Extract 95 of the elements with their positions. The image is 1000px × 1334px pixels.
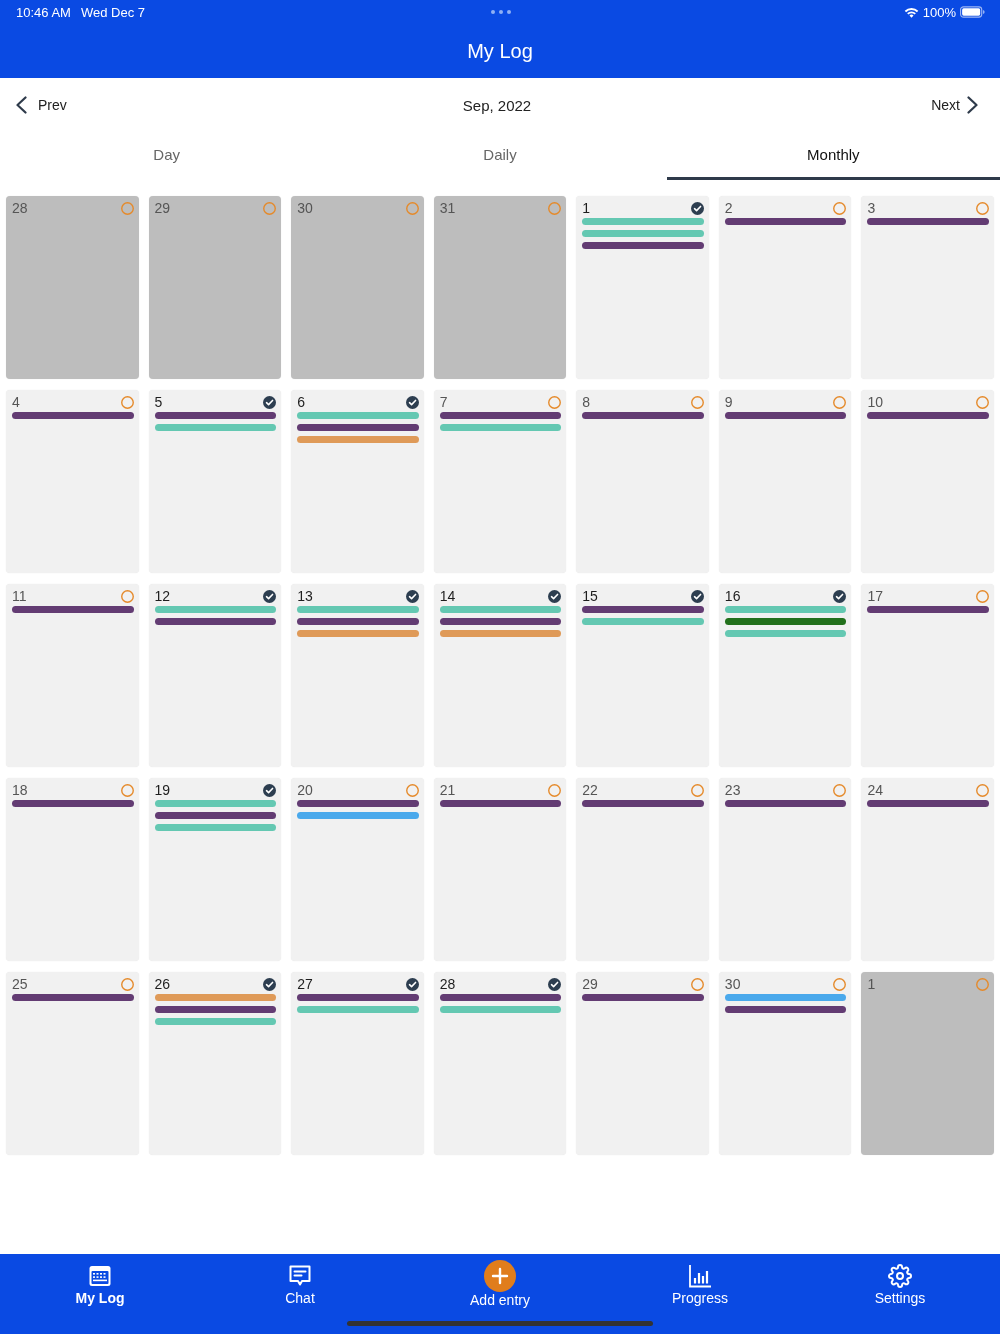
day-cell[interactable]: 24 xyxy=(861,778,994,961)
day-number: 1 xyxy=(867,977,876,991)
day-cell[interactable]: 31 xyxy=(433,196,567,379)
day-cell[interactable]: 2 xyxy=(718,196,852,379)
view-tab[interactable]: Monthly xyxy=(666,132,1000,180)
day-number: 29 xyxy=(154,201,171,215)
day-cell[interactable]: 30 xyxy=(291,196,424,379)
settings-icon xyxy=(888,1264,912,1288)
multitasking-dots-icon[interactable] xyxy=(490,10,511,14)
day-number: 29 xyxy=(582,977,598,991)
day-cell[interactable]: 18 xyxy=(6,778,139,961)
day-cell[interactable]: 9 xyxy=(718,390,852,573)
day-cell[interactable]: 10 xyxy=(861,390,994,573)
day-cell[interactable]: 14 xyxy=(433,584,567,767)
day-cell[interactable]: 30 xyxy=(718,972,852,1155)
day-cell[interactable]: 19 xyxy=(148,778,282,961)
day-cell[interactable]: 5 xyxy=(148,390,282,573)
day-cell[interactable]: 17 xyxy=(861,584,994,767)
day-number: 27 xyxy=(297,977,313,991)
month-label: Sep, 2022 xyxy=(462,96,532,114)
day-cell[interactable]: 6 xyxy=(291,390,424,573)
day-number: 6 xyxy=(297,395,305,409)
day-cell[interactable]: 23 xyxy=(718,778,852,961)
day-cell[interactable]: 12 xyxy=(148,584,282,767)
day-cell[interactable]: 11 xyxy=(6,584,139,767)
wifi-icon xyxy=(903,6,919,18)
day-number: 12 xyxy=(154,589,171,603)
day-cell[interactable]: 4 xyxy=(6,390,139,573)
day-cell[interactable]: 28 xyxy=(433,972,567,1155)
chevron-left-icon xyxy=(15,96,27,114)
day-cell[interactable]: 8 xyxy=(576,390,709,573)
day-number: 20 xyxy=(297,783,313,797)
day-cell[interactable]: 3 xyxy=(861,196,994,379)
battery-icon xyxy=(960,6,985,18)
day-number: 19 xyxy=(154,783,171,797)
day-number: 8 xyxy=(582,395,591,409)
day-number: 17 xyxy=(867,589,883,603)
calendar-icon xyxy=(88,1264,112,1288)
day-cell[interactable]: 22 xyxy=(576,778,709,961)
battery-percent: 100% xyxy=(922,4,956,20)
prev-button[interactable]: Prev xyxy=(15,96,67,114)
day-cell[interactable]: 25 xyxy=(6,972,139,1155)
day-number: 15 xyxy=(582,589,598,603)
day-number: 24 xyxy=(867,783,883,797)
chevron-right-icon xyxy=(967,96,979,114)
day-number: 10 xyxy=(867,395,883,409)
nav-tab[interactable]: Progress xyxy=(672,1254,728,1308)
day-number: 14 xyxy=(439,589,456,603)
day-number: 16 xyxy=(724,589,741,603)
day-number: 13 xyxy=(297,589,313,603)
day-number: 9 xyxy=(724,395,733,409)
day-number: 22 xyxy=(582,783,598,797)
day-number: 30 xyxy=(724,977,741,991)
day-number: 3 xyxy=(867,201,876,215)
view-tab[interactable]: Daily xyxy=(333,132,667,180)
day-number: 4 xyxy=(12,395,20,409)
nav-tab[interactable]: Settings xyxy=(874,1254,926,1308)
bar-chart-icon xyxy=(688,1264,712,1288)
day-cell[interactable]: 29 xyxy=(576,972,709,1155)
status-date: Wed Dec 7 xyxy=(80,4,145,20)
day-cell[interactable]: 13 xyxy=(291,584,424,767)
chat-icon xyxy=(288,1264,312,1288)
nav-tab[interactable]: Chat xyxy=(285,1254,315,1308)
day-number: 28 xyxy=(12,201,28,215)
day-number: 21 xyxy=(439,783,456,797)
day-number: 2 xyxy=(724,201,733,215)
day-cell[interactable]: 20 xyxy=(291,778,424,961)
status-time: 10:46 AM xyxy=(16,4,71,20)
day-cell[interactable]: 21 xyxy=(433,778,567,961)
day-number: 18 xyxy=(12,783,28,797)
day-cell[interactable]: 1 xyxy=(861,972,994,1155)
day-number: 5 xyxy=(154,395,163,409)
day-cell[interactable]: 29 xyxy=(148,196,282,379)
day-number: 28 xyxy=(439,977,456,991)
nav-tab[interactable]: My Log xyxy=(75,1254,125,1308)
day-cell[interactable]: 27 xyxy=(291,972,424,1155)
next-button[interactable]: Next xyxy=(931,96,979,114)
page-title: My Log xyxy=(467,38,533,64)
add-entry-button[interactable]: Add entry xyxy=(470,1254,530,1308)
day-cell[interactable]: 7 xyxy=(433,390,567,573)
day-number: 25 xyxy=(12,977,28,991)
day-number: 30 xyxy=(297,201,313,215)
day-cell[interactable]: 28 xyxy=(6,196,139,379)
day-number: 7 xyxy=(439,395,448,409)
day-cell[interactable]: 26 xyxy=(148,972,282,1155)
day-cell[interactable]: 15 xyxy=(576,584,709,767)
day-number: 23 xyxy=(724,783,741,797)
plus-circle-icon xyxy=(484,1260,516,1292)
view-tab[interactable]: Day xyxy=(0,132,334,180)
day-number: 31 xyxy=(439,201,456,215)
day-number: 11 xyxy=(12,589,27,603)
day-cell[interactable]: 1 xyxy=(576,196,709,379)
day-cell[interactable]: 16 xyxy=(718,584,852,767)
day-number: 26 xyxy=(154,977,171,991)
day-number: 1 xyxy=(582,201,591,215)
